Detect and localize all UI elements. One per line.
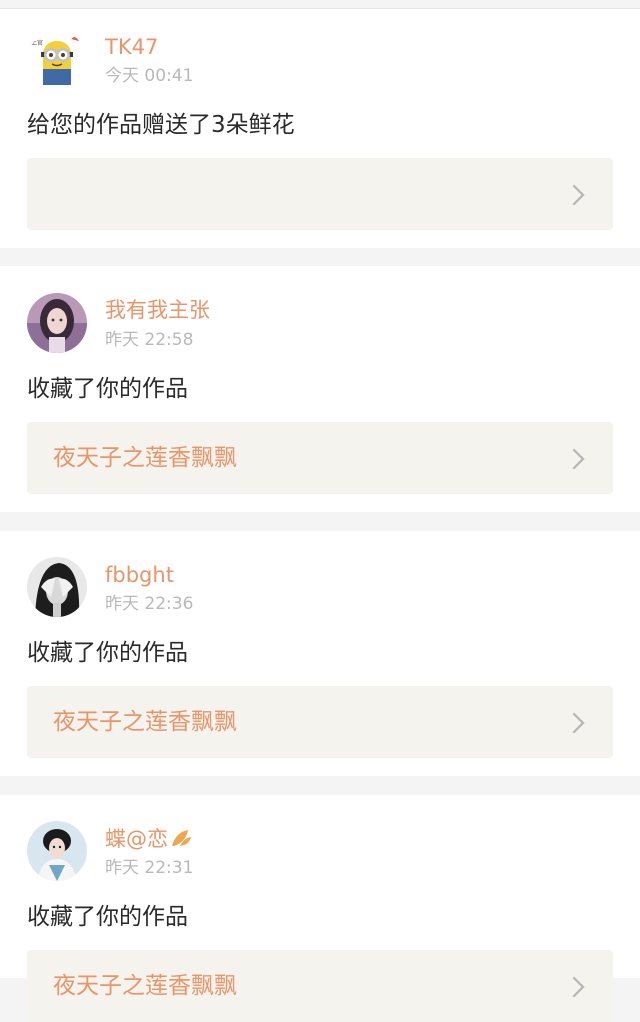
work-title: 夜天子之莲香飘飘 [53, 709, 237, 735]
svg-text:上官: 上官 [31, 39, 43, 47]
top-divider [0, 0, 640, 9]
feed-card: 蝶@恋 昨天 22:31 收藏了你的作品 夜天子之莲香飘飘 [0, 795, 640, 1022]
work-link[interactable] [27, 158, 613, 230]
username[interactable]: 蝶@恋 [105, 827, 192, 851]
chevron-right-icon [572, 184, 585, 206]
username[interactable]: TK47 [105, 35, 158, 59]
work-link[interactable]: 夜天子之莲香飘飘 [27, 422, 613, 494]
feed-card: 上官 TK47 今天 00:41 给您的作品赠送了3朵鲜花 [0, 9, 640, 248]
minion-avatar-icon[interactable]: 上官 [27, 31, 87, 91]
feed-card: fbbght 昨天 22:36 收藏了你的作品 夜天子之莲香飘飘 [0, 531, 640, 776]
username[interactable]: fbbght [105, 563, 174, 587]
timestamp: 今天 00:41 [105, 66, 194, 86]
timestamp: 昨天 22:36 [105, 594, 194, 614]
feed-card: 我有我主张 昨天 22:58 收藏了你的作品 夜天子之莲香飘飘 [0, 266, 640, 512]
girl-portrait-avatar-icon[interactable] [27, 293, 87, 353]
chevron-right-icon [572, 448, 585, 470]
activity-text: 收藏了你的作品 [27, 640, 188, 666]
timestamp: 昨天 22:31 [105, 858, 194, 878]
work-link[interactable]: 夜天子之莲香飘飘 [27, 950, 613, 1022]
chevron-right-icon [572, 712, 585, 734]
leaf-badge-icon [172, 830, 191, 846]
username[interactable]: 我有我主张 [105, 298, 210, 322]
timestamp: 昨天 22:58 [105, 330, 194, 350]
bw-portrait-avatar-icon[interactable] [27, 557, 87, 617]
activity-text: 收藏了你的作品 [27, 904, 188, 930]
activity-text: 收藏了你的作品 [27, 376, 188, 402]
work-title: 夜天子之莲香飘飘 [53, 973, 237, 999]
username-text: 蝶@恋 [105, 827, 168, 851]
work-title: 夜天子之莲香飘飘 [53, 445, 237, 471]
work-link[interactable]: 夜天子之莲香飘飘 [27, 686, 613, 758]
hanfu-portrait-avatar-icon[interactable] [27, 821, 87, 881]
activity-text: 给您的作品赠送了3朵鲜花 [27, 112, 295, 138]
chevron-right-icon [572, 976, 585, 998]
